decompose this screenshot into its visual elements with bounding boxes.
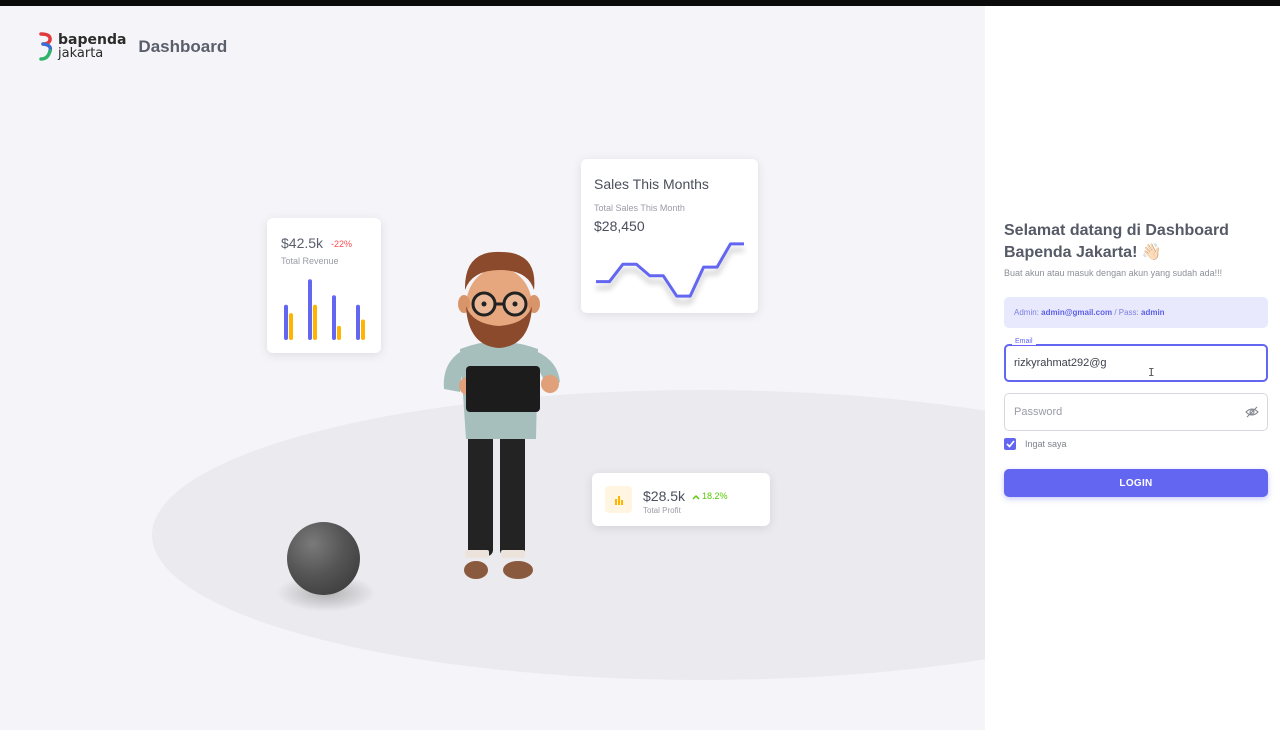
profit-value: $28.5k: [643, 488, 686, 504]
illustration-panel: bapenda jakarta Dashboard $42.5k -22% To…: [0, 6, 985, 730]
revenue-change: -22%: [331, 239, 353, 249]
revenue-bar-primary: [308, 279, 312, 340]
login-button[interactable]: LOGIN: [1004, 469, 1268, 497]
eye-off-icon[interactable]: [1245, 406, 1259, 418]
revenue-bar-secondary: [289, 313, 293, 340]
sphere-decoration: [287, 522, 360, 595]
revenue-bar-secondary: [313, 304, 317, 340]
brand-header: bapenda jakarta Dashboard: [38, 32, 227, 62]
revenue-bar-chart: [284, 279, 365, 340]
brand-logo-text: bapenda jakarta: [58, 33, 126, 61]
password-field[interactable]: Password: [1004, 393, 1268, 431]
brand-line2: jakarta: [58, 46, 104, 61]
welcome-heading: Selamat datang di Dashboard Bapenda Jaka…: [1004, 222, 1229, 261]
email-field[interactable]: Email rizkyrahmat292@g: [1004, 338, 1268, 382]
login-panel: Selamat datang di Dashboard Bapenda Jaka…: [985, 6, 1280, 730]
sales-label: Total Sales This Month: [594, 203, 685, 213]
revenue-bar-primary: [284, 304, 288, 340]
character-illustration: [443, 251, 560, 579]
chevron-up-icon: [692, 494, 700, 500]
email-input[interactable]: rizkyrahmat292@g: [1014, 357, 1106, 369]
sales-card: Sales This Months Total Sales This Month…: [581, 159, 758, 313]
revenue-value: $42.5k: [281, 235, 324, 251]
profit-card: $28.5k 18.2% Total Profit: [592, 473, 770, 526]
remember-me[interactable]: Ingat saya: [1004, 438, 1067, 450]
revenue-card: $42.5k -22% Total Revenue: [267, 218, 381, 353]
revenue-bar-primary: [332, 295, 336, 340]
ground-ellipse: [152, 390, 985, 680]
sales-title: Sales This Months: [594, 176, 709, 192]
revenue-label: Total Revenue: [281, 256, 339, 266]
page-title: Dashboard: [138, 37, 228, 56]
alert-separator: / Pass:: [1114, 308, 1139, 317]
revenue-bar-primary: [356, 304, 360, 340]
credentials-alert: Admin: admin@gmail.com / Pass: admin: [1004, 297, 1268, 328]
alert-pass-value: admin: [1141, 308, 1165, 317]
revenue-bar-secondary: [361, 319, 365, 340]
profit-label: Total Profit: [643, 506, 681, 515]
alert-admin-value: admin@gmail.com: [1041, 308, 1113, 317]
revenue-bar-secondary: [337, 325, 341, 340]
alert-admin-label: Admin:: [1014, 308, 1039, 317]
brand-line1: bapenda: [58, 32, 127, 48]
profit-change-value: 18.2%: [702, 491, 728, 501]
remember-label: Ingat saya: [1025, 439, 1067, 449]
remember-checkbox[interactable]: [1004, 438, 1016, 450]
check-icon: [1005, 440, 1015, 448]
bapenda-logo-icon: [39, 32, 53, 61]
bar-chart-icon: [605, 486, 632, 513]
profit-change: 18.2%: [692, 491, 728, 501]
text-cursor-icon: I: [1148, 366, 1155, 379]
welcome-subtitle: Buat akun atau masuk dengan akun yang su…: [1004, 268, 1223, 278]
sales-trend-line: [596, 242, 744, 298]
email-label: Email: [1012, 338, 1036, 345]
sales-line-chart: [596, 242, 744, 298]
password-input[interactable]: Password: [1014, 406, 1062, 418]
